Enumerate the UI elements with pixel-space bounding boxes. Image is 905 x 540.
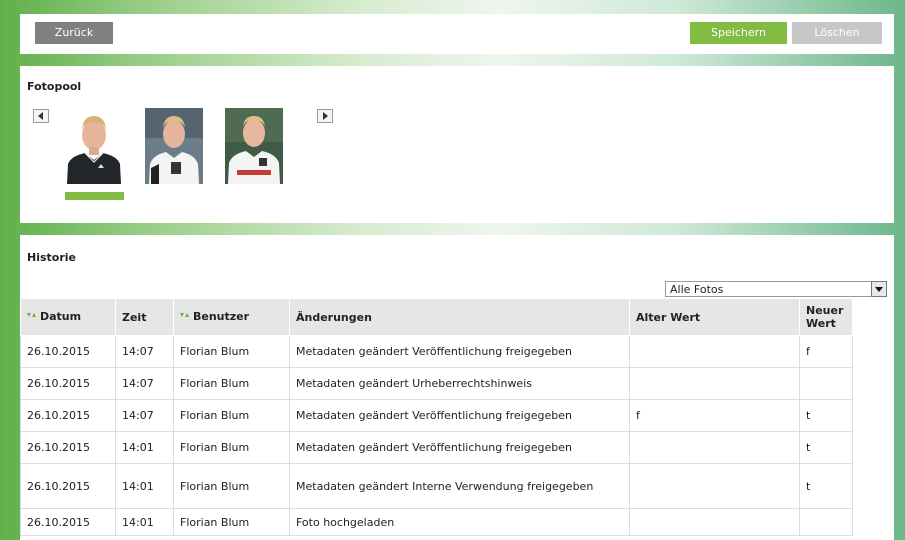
column-header-benutzer[interactable]: Benutzer [173,298,290,336]
cell-benutzer: Florian Blum [173,431,290,464]
column-label-zeit: Zeit [122,310,147,324]
cell-benutzer: Florian Blum [173,508,290,536]
back-button[interactable]: Zurück [35,22,113,44]
table-row: 26.10.2015 14:07 Florian Blum Metadaten … [20,335,853,368]
cell-neuer-wert [799,367,853,400]
cell-neuer-wert: t [799,463,853,509]
cell-zeit: 14:01 [115,463,174,509]
history-table: Datum Zeit Benutzer Änderungen Alter Wer… [20,298,853,536]
column-header-aenderungen: Änderungen [289,298,630,336]
cell-benutzer: Florian Blum [173,399,290,432]
cell-neuer-wert: t [799,399,853,432]
photo-thumbnail-3[interactable] [225,108,283,184]
column-label-alter-wert: Alter Wert [636,310,701,324]
table-row: 26.10.2015 14:07 Florian Blum Metadaten … [20,399,853,432]
cell-alter-wert [629,367,800,400]
cell-alter-wert [629,335,800,368]
cell-datum: 26.10.2015 [20,431,116,464]
cell-alter-wert: f [629,399,800,432]
cell-alter-wert [629,431,800,464]
cell-neuer-wert: f [799,335,853,368]
sort-icon[interactable] [180,311,191,324]
table-row: 26.10.2015 14:07 Florian Blum Metadaten … [20,367,853,400]
cell-aenderungen: Metadaten geändert Veröffentlichung frei… [289,399,630,432]
table-row: 26.10.2015 14:01 Florian Blum Foto hochg… [20,508,853,536]
filter-selected-value: Alle Fotos [670,283,724,296]
arrow-left-icon[interactable] [33,109,49,123]
fotopool-panel: Fotopool [20,66,894,223]
cell-alter-wert [629,508,800,536]
column-label-benutzer: Benutzer [193,310,250,324]
cell-aenderungen: Foto hochgeladen [289,508,630,536]
cell-datum: 26.10.2015 [20,508,116,536]
sort-icon[interactable] [27,311,38,324]
save-button[interactable]: Speichern [690,22,787,44]
table-row: 26.10.2015 14:01 Florian Blum Metadaten … [20,431,853,464]
historie-title: Historie [27,251,76,264]
column-label-datum: Datum [40,310,82,324]
cell-zeit: 14:01 [115,508,174,536]
photo-thumbnail-2[interactable] [145,108,203,184]
arrow-right-icon[interactable] [317,109,333,123]
cell-neuer-wert [799,508,853,536]
column-header-datum[interactable]: Datum [20,298,116,336]
cell-zeit: 14:07 [115,335,174,368]
cell-aenderungen: Metadaten geändert Veröffentlichung frei… [289,431,630,464]
cell-datum: 26.10.2015 [20,399,116,432]
column-header-zeit: Zeit [115,298,174,336]
selected-photo-indicator [65,192,124,200]
cell-zeit: 14:01 [115,431,174,464]
cell-benutzer: Florian Blum [173,367,290,400]
cell-aenderungen: Metadaten geändert Veröffentlichung frei… [289,335,630,368]
fotopool-title: Fotopool [27,80,82,93]
historie-panel: Historie Alle Fotos Datum Zeit Benutzer … [20,235,894,540]
cell-benutzer: Florian Blum [173,335,290,368]
delete-button[interactable]: Löschen [792,22,882,44]
column-header-neuer-wert: Neuer Wert [799,298,853,336]
column-header-alter-wert: Alter Wert [629,298,800,336]
cell-datum: 26.10.2015 [20,463,116,509]
toolbar: Zurück Speichern Löschen [20,14,894,54]
cell-benutzer: Florian Blum [173,463,290,509]
cell-datum: 26.10.2015 [20,367,116,400]
cell-aenderungen: Metadaten geändert Interne Verwendung fr… [289,463,630,509]
cell-zeit: 14:07 [115,367,174,400]
history-header-row: Datum Zeit Benutzer Änderungen Alter Wer… [20,298,853,336]
cell-aenderungen: Metadaten geändert Urheberrechtshinweis [289,367,630,400]
cell-zeit: 14:07 [115,399,174,432]
column-label-neuer-wert: Neuer Wert [806,304,844,330]
photo-thumbnail-1[interactable] [65,108,123,184]
photo-filter-select[interactable]: Alle Fotos [665,281,887,297]
dropdown-arrow-icon[interactable] [871,281,887,297]
cell-neuer-wert: t [799,431,853,464]
cell-datum: 26.10.2015 [20,335,116,368]
table-row: 26.10.2015 14:01 Florian Blum Metadaten … [20,463,853,509]
cell-alter-wert [629,463,800,509]
column-label-aenderungen: Änderungen [296,310,372,324]
